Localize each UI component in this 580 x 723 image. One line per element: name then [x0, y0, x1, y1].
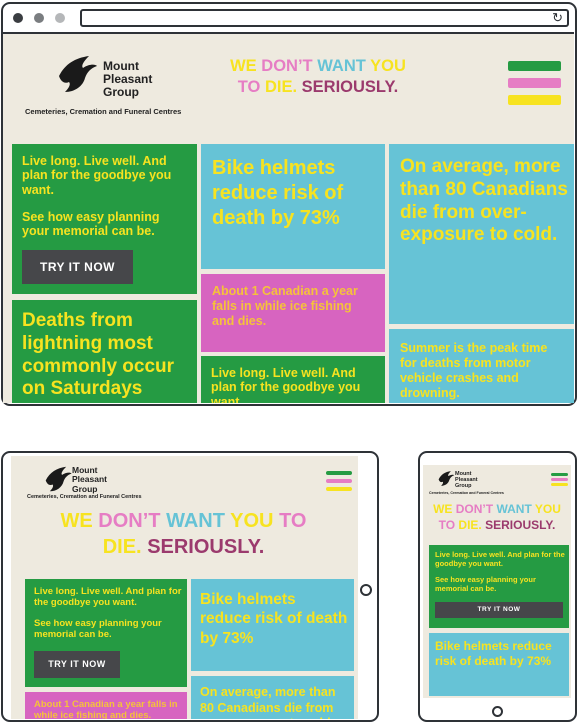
headline-word: DON’T — [455, 502, 494, 516]
plan-heading: Live long. Live well. And plan for the g… — [435, 550, 565, 568]
address-bar[interactable]: ↻ — [80, 9, 569, 27]
headline-word: DIE. — [264, 77, 298, 96]
headline: WE DON’T WANT YOU TO DIE. SERIOUSLY. — [31, 508, 336, 560]
menu-bar — [508, 95, 561, 105]
menu-bar — [508, 78, 561, 88]
plan-subtext: See how easy planning your memorial can … — [34, 618, 162, 640]
try-it-now-button[interactable]: TRY IT NOW — [34, 651, 120, 678]
helmets-tile[interactable]: Bike helmets reduce risk of death by 73% — [429, 633, 569, 696]
menu-bar — [551, 478, 568, 481]
headline-word: SERIOUSLY. — [147, 536, 265, 558]
headline-word: WE — [433, 502, 453, 516]
color-bars-menu-icon[interactable] — [326, 471, 352, 491]
ice-fishing-text: About 1 Canadian a year falls in while i… — [34, 699, 178, 719]
plan-heading: Live long. Live well. And plan for the g… — [34, 586, 182, 608]
headline-word: TO — [237, 77, 261, 96]
dove-icon — [59, 56, 97, 92]
logo-text: Mount Pleasant Group — [103, 59, 152, 100]
headline: WE DON’T WANT YOU TO DIE. SERIOUSLY. — [427, 501, 567, 533]
desktop-screen: Mount Pleasant Group Cemeteries, Cremati… — [3, 34, 574, 403]
headline-word: WE — [230, 57, 257, 75]
headline-word: WE — [60, 510, 93, 532]
headline-word: YOU — [230, 510, 274, 532]
plan-tile[interactable]: Live long. Live well. And plan for the g… — [25, 579, 187, 687]
headline-word: WANT — [496, 502, 532, 516]
color-bars-menu-icon[interactable] — [508, 61, 561, 105]
headline-word: SERIOUSLY. — [485, 518, 556, 533]
tablet-frame: Mount Pleasant Group Cemeteries, Cremati… — [1, 451, 379, 722]
headline-word: DON’T — [261, 57, 313, 75]
color-bars-menu-icon[interactable] — [551, 473, 568, 486]
headline-word: SERIOUSLY. — [301, 77, 399, 96]
helmets-tile[interactable]: Bike helmets reduce risk of death by 73% — [201, 144, 385, 269]
cold-text: On average, more than 80 Canadians die f… — [400, 156, 568, 246]
menu-bar — [551, 473, 568, 476]
plan-heading: Live long. Live well. And plan for the g… — [22, 154, 172, 197]
phone-home-button[interactable] — [492, 706, 503, 717]
summer-text: Summer is the peak time for deaths from … — [400, 341, 548, 400]
headline-word: DON’T — [98, 510, 161, 532]
plan-tile-repeat[interactable]: Live long. Live well. And plan for the g… — [201, 356, 385, 403]
phone-frame: Mount Pleasant Group Cemeteries, Cremati… — [418, 451, 577, 722]
logo-line: Group — [72, 483, 98, 494]
headline-word: TO — [279, 510, 307, 532]
cold-tile[interactable]: On average, more than 80 Canadians die f… — [191, 676, 354, 719]
logo-line: Group — [103, 85, 139, 100]
headline-word: YOU — [370, 57, 406, 75]
plan-heading-repeat: Live long. Live well. And plan for the g… — [211, 366, 361, 403]
ice-fishing-tile[interactable]: About 1 Canadian a year falls in while i… — [25, 692, 187, 719]
helmets-text: Bike helmets reduce risk of death by 73% — [212, 157, 344, 229]
phone-screen: Mount Pleasant Group Cemeteries, Cremati… — [423, 465, 571, 698]
helmets-text: Bike helmets reduce risk of death by 73% — [200, 591, 348, 647]
plan-tile[interactable]: Live long. Live well. And plan for the g… — [429, 545, 569, 628]
cold-tile[interactable]: On average, more than 80 Canadians die f… — [389, 144, 574, 324]
reload-icon[interactable]: ↻ — [552, 10, 563, 26]
tagline: Cemeteries, Cremation and Funeral Centre… — [27, 494, 142, 500]
helmets-text: Bike helmets reduce risk of death by 73% — [435, 639, 552, 668]
cold-text: On average, more than 80 Canadians die f… — [200, 685, 336, 719]
tagline: Cemeteries, Cremation and Funeral Centre… — [25, 107, 182, 116]
window-dot — [55, 13, 65, 23]
logo-text: Mount Pleasant Group — [72, 465, 107, 494]
tablet-home-button[interactable] — [360, 584, 372, 596]
menu-bar — [326, 487, 352, 491]
desktop-browser-frame: ↻ Mount Pleasant Group Cemeteries, Crema… — [1, 2, 577, 406]
ice-fishing-tile[interactable]: About 1 Canadian a year falls in while i… — [201, 274, 385, 352]
menu-bar — [326, 471, 352, 475]
plan-tile[interactable]: Live long. Live well. And plan for the g… — [12, 144, 197, 294]
try-it-now-button[interactable]: TRY IT NOW — [22, 250, 133, 284]
headline-word: WANT — [317, 57, 366, 75]
tablet-screen: Mount Pleasant Group Cemeteries, Cremati… — [11, 456, 358, 719]
plan-subtext: See how easy planning your memorial can … — [22, 210, 160, 239]
menu-bar — [508, 61, 561, 71]
try-it-now-button[interactable]: TRY IT NOW — [435, 602, 563, 618]
tagline: Cemeteries, Cremation and Funeral Centre… — [429, 491, 504, 495]
window-dot — [34, 13, 44, 23]
menu-bar — [551, 483, 568, 486]
headline-word: TO — [438, 518, 456, 533]
headline-word: YOU — [534, 502, 561, 516]
plan-subtext: See how easy planning your memorial can … — [435, 575, 536, 593]
helmets-tile[interactable]: Bike helmets reduce risk of death by 73% — [191, 579, 354, 671]
lightning-text: Deaths from lightning most commonly occu… — [22, 310, 175, 400]
headline-word: DIE. — [458, 518, 482, 533]
ice-fishing-text: About 1 Canadian a year falls in while i… — [212, 284, 358, 328]
dove-icon — [45, 466, 72, 492]
headline-word: WANT — [166, 510, 225, 532]
lightning-tile[interactable]: Deaths from lightning most commonly occu… — [12, 300, 197, 403]
logo-line: Group — [455, 483, 472, 490]
logo-text: Mount Pleasant Group — [455, 471, 478, 489]
window-dot — [13, 13, 23, 23]
headline: WE DON’T WANT YOU TO DIE. SERIOUSLY. — [215, 56, 421, 97]
logo[interactable] — [55, 54, 99, 94]
dove-icon — [438, 471, 455, 486]
summer-tile[interactable]: Summer is the peak time for deaths from … — [389, 329, 574, 403]
headline-word: DIE. — [102, 536, 142, 558]
menu-bar — [326, 479, 352, 483]
